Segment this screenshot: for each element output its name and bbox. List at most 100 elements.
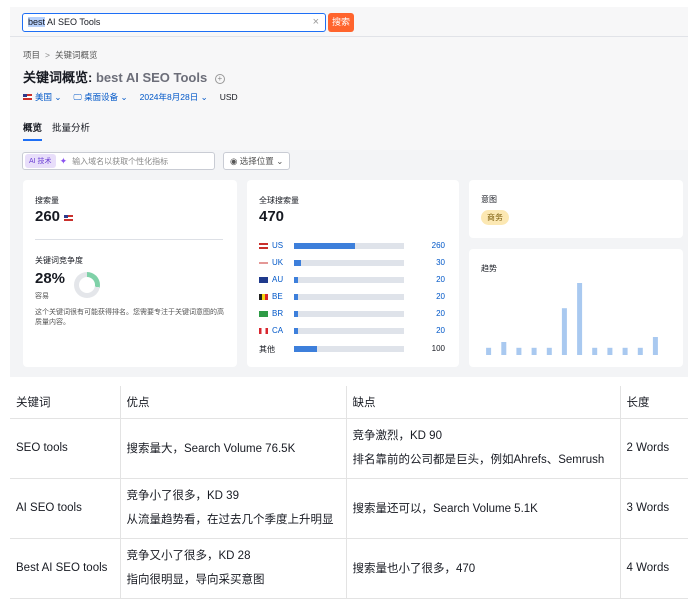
br-flag-icon xyxy=(259,311,268,317)
country-code[interactable]: AU xyxy=(272,275,283,284)
comparison-table: 关键词 优点 缺点 长度 SEO tools 搜索量大，Search Volum… xyxy=(10,386,688,599)
tab-bulk-analysis[interactable]: 批量分析 xyxy=(52,120,90,141)
column-header: 优点 xyxy=(119,386,346,419)
country-code[interactable]: US xyxy=(272,241,283,250)
trend-label: 趋势 xyxy=(481,264,497,273)
trend-bar xyxy=(592,347,598,355)
domain-input-placeholder: 输入域名以获取个性化指标 xyxy=(72,156,169,166)
search-highlight-text: best xyxy=(28,17,46,27)
country-value[interactable]: 20 xyxy=(436,292,445,301)
country-value[interactable]: 20 xyxy=(436,309,445,318)
trend-bar xyxy=(607,347,613,355)
table-row: SEO tools 搜索量大，Search Volume 76.5K 竞争激烈，… xyxy=(10,418,688,479)
domain-input[interactable]: AI 技术 ✦ 输入域名以获取个性化指标 xyxy=(22,152,215,170)
country-bar-track xyxy=(294,346,404,352)
pros-line: 从流量趋势看，在过去几个季度上升明显 xyxy=(126,514,334,526)
cons-line: 搜索量还可以，Search Volume 5.1K xyxy=(352,503,538,515)
chevron-down-icon: ⌄ xyxy=(276,156,284,166)
country-value[interactable]: 20 xyxy=(436,275,445,284)
trend-bar xyxy=(486,347,492,355)
device-filter[interactable]: 🖵 桌面设备 ⌄ xyxy=(74,91,128,103)
pros-cell: 竞争小了很多，KD 39 从流量趋势看，在过去几个季度上升明显 xyxy=(119,478,346,539)
country-bar-track xyxy=(294,260,404,266)
country-bar-fill xyxy=(294,260,301,266)
country-bar-track xyxy=(294,311,404,317)
kd-label: 关键词竞争度 xyxy=(35,256,83,265)
search-input[interactable]: best AI SEO Tools × xyxy=(22,13,326,32)
country-value[interactable]: 30 xyxy=(436,258,445,267)
keyword-cell: AI SEO tools xyxy=(10,478,120,539)
tab-overview[interactable]: 概览 xyxy=(23,120,43,141)
country-value[interactable]: 260 xyxy=(432,241,445,250)
volume-value-wrap: 260 xyxy=(35,208,76,226)
country-other-label: 其他 xyxy=(259,345,275,354)
global-volume-card: 全球搜索量 470 US 260 UK 30 AU 20 BE 20 BR 20 CA 20 其他 1… xyxy=(247,180,459,367)
country-row: BR 20 xyxy=(259,309,445,320)
column-header: 关键词 xyxy=(10,386,120,419)
country-row: CA 20 xyxy=(259,326,445,337)
chevron-down-icon: ⌄ xyxy=(120,92,128,102)
volume-label: 搜索量 xyxy=(35,196,59,205)
trend-card: 趋势 xyxy=(469,249,683,367)
ca-flag-icon xyxy=(259,328,268,334)
kd-level: 容易 xyxy=(35,293,49,300)
pros-cell: 搜索量大，Search Volume 76.5K xyxy=(119,418,346,479)
volume-kd-card: 搜索量 260 关键词竞争度 28% 容易 这个关键词很有可能获得排名。您需要专… xyxy=(23,180,237,367)
pros-cell: 竞争又小了很多，KD 28 指向很明显，导向采买意图 xyxy=(119,538,346,599)
clear-icon[interactable]: × xyxy=(313,14,319,30)
country-code[interactable]: UK xyxy=(272,258,283,267)
kd-note: 这个关键词很有可能获得排名。您需要专注于关键词意图的高质量内容。 xyxy=(35,309,224,326)
ai-toolbar: AI 技术 ✦ 输入域名以获取个性化指标 ◉ 选择位置 ⌄ xyxy=(22,152,291,170)
country-other-value: 100 xyxy=(431,344,445,353)
country-bar-track xyxy=(294,243,404,249)
sparkle-icon: ✦ xyxy=(59,155,68,166)
location-pin-icon: ◉ xyxy=(230,156,238,166)
search-button[interactable]: 搜索 xyxy=(328,13,354,32)
add-circle-icon[interactable]: + xyxy=(214,74,225,84)
length-cell: 3 Words xyxy=(619,478,688,539)
country-bar-fill xyxy=(294,243,355,249)
trend-bar xyxy=(577,283,583,355)
breadcrumb: 项目 > 关键词概览 xyxy=(23,49,98,61)
location-select[interactable]: ◉ 选择位置 ⌄ xyxy=(223,152,291,170)
app-window: best AI SEO Tools × 搜索 项目 > 关键词概览 关键词概览: b… xyxy=(10,7,688,377)
trend-bar xyxy=(516,347,522,355)
ai-badge: AI 技术 xyxy=(25,154,56,168)
country-code[interactable]: BR xyxy=(272,309,283,318)
country-code[interactable]: CA xyxy=(272,326,283,335)
au-flag-icon xyxy=(259,277,268,283)
chevron-down-icon: ⌄ xyxy=(200,92,208,102)
length-cell: 2 Words xyxy=(619,418,688,479)
country-code[interactable]: BE xyxy=(272,292,283,301)
cons-cell: 搜索量还可以，Search Volume 5.1K xyxy=(345,478,620,539)
pros-line: 竞争小了很多，KD 39 xyxy=(126,490,239,502)
country-row: BE 20 xyxy=(259,292,445,303)
uk-flag-icon xyxy=(259,260,268,266)
divider xyxy=(35,239,223,240)
country-bar-fill xyxy=(294,311,299,317)
cons-cell: 竞争激烈，KD 90 排名靠前的公司都是巨头，例如Ahrefs、Semrush xyxy=(345,418,620,479)
breadcrumb-current: 关键词概览 xyxy=(54,50,98,60)
country-row: US 260 xyxy=(259,241,445,252)
country-bar-track xyxy=(294,277,404,283)
trend-bar xyxy=(561,308,567,355)
desktop-icon: 🖵 xyxy=(73,92,82,102)
country-bar-fill xyxy=(294,294,299,300)
pros-line: 搜索量大，Search Volume 76.5K xyxy=(126,443,296,455)
country-bar-fill xyxy=(294,328,299,334)
country-bar-track xyxy=(294,328,404,334)
intent-badge: 商务 xyxy=(481,210,509,225)
country-row: AU 20 xyxy=(259,275,445,286)
page-title-prefix: 关键词概览: xyxy=(23,70,93,85)
country-filter[interactable]: 美国 ⌄ xyxy=(23,91,62,103)
breadcrumb-root[interactable]: 项目 xyxy=(23,50,40,60)
keyword-cell: Best AI SEO tools xyxy=(10,538,120,599)
cons-cell: 搜索量也小了很多，470 xyxy=(345,538,620,599)
device-filter-label: 桌面设备 xyxy=(84,92,119,102)
global-volume-value: 470 xyxy=(259,208,285,225)
trend-bar xyxy=(652,337,658,355)
date-filter[interactable]: 2024年8月28日 ⌄ xyxy=(140,91,208,103)
country-value[interactable]: 20 xyxy=(436,326,445,335)
country-bar-fill xyxy=(294,277,299,283)
keyword-cell: SEO tools xyxy=(10,418,120,479)
